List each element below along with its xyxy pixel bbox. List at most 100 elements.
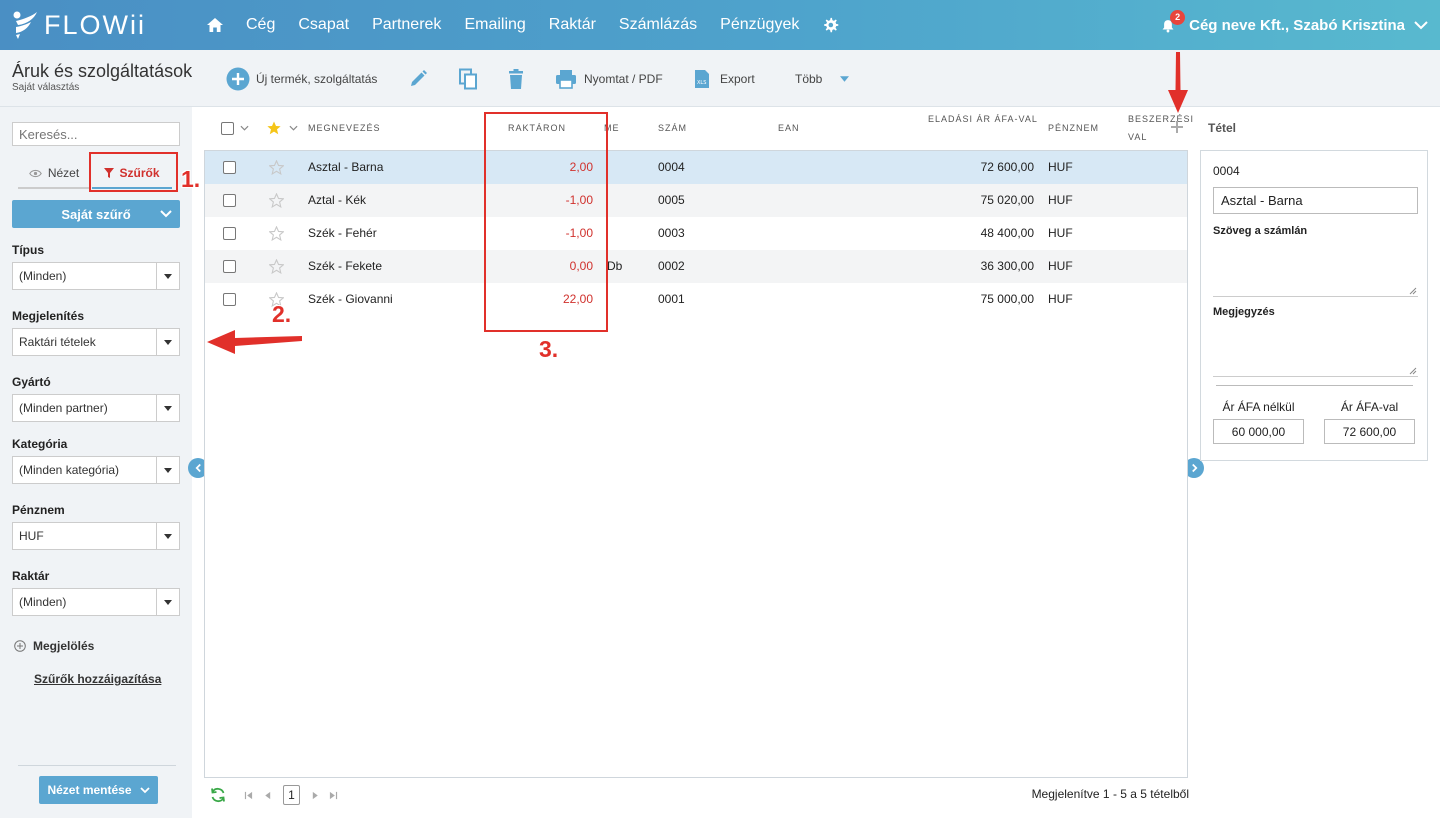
table-row[interactable]: Szék - Fekete 0,00 Db 0002 36 300,00 HUF xyxy=(205,250,1187,283)
chevron-down-icon xyxy=(160,210,172,218)
cell-name: Aztal - Kék xyxy=(308,193,367,207)
chevron-down-icon[interactable] xyxy=(289,125,298,131)
save-view-button[interactable]: Nézet mentése xyxy=(39,776,158,804)
print-pdf-button[interactable]: Nyomtat / PDF xyxy=(555,66,663,92)
filter-select-manufacturer[interactable]: (Minden partner) xyxy=(12,394,180,422)
table-row[interactable]: Szék - Giovanni 22,00 0001 75 000,00 HUF xyxy=(205,283,1187,316)
last-page-icon[interactable] xyxy=(329,791,338,800)
first-page-icon[interactable] xyxy=(244,791,253,800)
column-header-purchase-line2[interactable]: VAL xyxy=(1128,132,1147,142)
cell-price: 36 300,00 xyxy=(980,259,1034,273)
cell-price: 75 000,00 xyxy=(980,292,1034,306)
filter-select-manufacturer-value: (Minden partner) xyxy=(19,401,108,415)
filter-select-category[interactable]: (Minden kategória) xyxy=(12,456,180,484)
nav-item-partnerek[interactable]: Partnerek xyxy=(372,16,441,34)
filter-select-type[interactable]: (Minden) xyxy=(12,262,180,290)
nav-item-emailing[interactable]: Emailing xyxy=(464,16,525,34)
mark-label: Megjelölés xyxy=(33,639,95,653)
column-header-number[interactable]: SZÁM xyxy=(658,123,687,133)
column-header-currency[interactable]: PÉNZNEM xyxy=(1048,123,1099,133)
nav-item-raktar[interactable]: Raktár xyxy=(549,16,596,34)
excel-file-icon: XLS xyxy=(695,70,709,88)
cell-price: 75 020,00 xyxy=(980,193,1034,207)
filter-label-manufacturer: Gyártó xyxy=(12,375,51,389)
notification-bell-icon[interactable]: 2 xyxy=(1161,10,1186,34)
plus-circle-icon xyxy=(14,640,26,652)
filter-select-currency[interactable]: HUF xyxy=(12,522,180,550)
gross-price-input[interactable]: 72 600,00 xyxy=(1324,419,1415,444)
home-icon[interactable] xyxy=(206,16,224,34)
note-label: Megjegyzés xyxy=(1213,306,1275,318)
chevron-down-icon[interactable] xyxy=(240,125,249,131)
pagination-info: Megjelenítve 1 - 5 a 5 tételből xyxy=(1031,787,1189,801)
column-header-name[interactable]: MEGNEVEZÉS xyxy=(308,123,381,133)
user-menu[interactable]: 2 Cég neve Kft., Szabó Krisztina xyxy=(1161,0,1428,50)
page-subtitle: Saját választás xyxy=(12,82,80,93)
column-header-ean[interactable]: EAN xyxy=(778,123,800,133)
tab-item-detail[interactable]: Tétel xyxy=(1208,121,1236,135)
row-checkbox[interactable] xyxy=(223,293,236,306)
column-header-price[interactable]: ELADÁSI ÁR ÁFA-VAL xyxy=(928,114,1038,124)
table-row[interactable]: Szék - Fehér -1,00 0003 48 400,00 HUF xyxy=(205,217,1187,250)
annotation-step-1: 1. xyxy=(181,166,201,192)
filter-select-warehouse-value: (Minden) xyxy=(19,595,67,609)
search-input[interactable] xyxy=(12,122,180,146)
row-checkbox[interactable] xyxy=(223,161,236,174)
row-checkbox[interactable] xyxy=(223,260,236,273)
table-row[interactable]: Aztal - Kék -1,00 0005 75 020,00 HUF xyxy=(205,184,1187,217)
nav-item-penzugyek[interactable]: Pénzügyek xyxy=(720,16,799,34)
export-button[interactable]: XLS Export xyxy=(694,66,755,92)
filter-select-display-value: Raktári tételek xyxy=(19,335,96,349)
app-logo[interactable]: FLOWii xyxy=(12,8,146,42)
star-outline-icon[interactable] xyxy=(269,160,284,175)
detail-name-input[interactable]: Asztal - Barna xyxy=(1213,187,1418,214)
add-circle-icon xyxy=(226,67,250,91)
refresh-icon[interactable] xyxy=(210,787,226,803)
filter-label-display: Megjelenítés xyxy=(12,309,85,323)
nav-item-szamlazas[interactable]: Számlázás xyxy=(619,16,697,34)
filter-select-display[interactable]: Raktári tételek xyxy=(12,328,180,356)
save-view-label: Nézet mentése xyxy=(47,783,132,797)
new-item-button[interactable]: Új termék, szolgáltatás xyxy=(226,66,377,92)
add-column-plus-icon[interactable] xyxy=(1171,121,1183,133)
copy-button[interactable] xyxy=(458,66,478,92)
nav-item-csapat[interactable]: Csapat xyxy=(298,16,349,34)
invoice-text-textarea[interactable] xyxy=(1213,239,1418,297)
filter-label-type: Típus xyxy=(12,243,44,257)
nav-item-ceg[interactable]: Cég xyxy=(246,16,275,34)
column-header-purchase[interactable]: BESZERZÉSI xyxy=(1128,114,1194,124)
row-checkbox[interactable] xyxy=(223,194,236,207)
filter-select-warehouse[interactable]: (Minden) xyxy=(12,588,180,616)
tab-view[interactable]: Nézet xyxy=(18,159,90,189)
star-outline-icon[interactable] xyxy=(269,226,284,241)
assign-filters-link[interactable]: Szűrők hozzáigazítása xyxy=(34,672,161,686)
delete-button[interactable] xyxy=(507,66,525,92)
caret-down-icon xyxy=(156,329,179,355)
sidebar-divider xyxy=(18,765,176,766)
more-dropdown[interactable]: Több xyxy=(795,66,850,92)
cell-name: Szék - Fehér xyxy=(308,226,377,240)
row-checkbox[interactable] xyxy=(223,227,236,240)
own-filter-button[interactable]: Saját szűrő xyxy=(12,200,180,228)
star-outline-icon[interactable] xyxy=(269,259,284,274)
new-item-label: Új termék, szolgáltatás xyxy=(256,72,378,86)
settings-gear-icon[interactable] xyxy=(822,16,840,34)
caret-down-icon xyxy=(156,395,179,421)
detail-divider xyxy=(1216,385,1413,386)
select-all-checkbox[interactable] xyxy=(221,122,234,135)
star-filled-icon[interactable] xyxy=(267,121,281,135)
next-page-icon[interactable] xyxy=(311,791,320,800)
net-price-input[interactable]: 60 000,00 xyxy=(1213,419,1304,444)
annotation-box-filters xyxy=(89,152,178,192)
previous-page-icon[interactable] xyxy=(263,791,272,800)
mark-toggle[interactable]: Megjelölés xyxy=(14,639,94,653)
star-outline-icon[interactable] xyxy=(269,193,284,208)
table-row[interactable]: Asztal - Barna 2,00 0004 72 600,00 HUF xyxy=(205,151,1187,184)
note-textarea[interactable] xyxy=(1213,319,1418,377)
net-price-label: Ár ÁFA nélkül xyxy=(1222,400,1295,414)
cell-number: 0003 xyxy=(658,226,685,240)
page-number-input[interactable]: 1 xyxy=(283,785,300,805)
svg-text:XLS: XLS xyxy=(697,80,706,86)
chevron-right-icon xyxy=(1191,463,1197,473)
edit-button[interactable] xyxy=(408,66,428,92)
